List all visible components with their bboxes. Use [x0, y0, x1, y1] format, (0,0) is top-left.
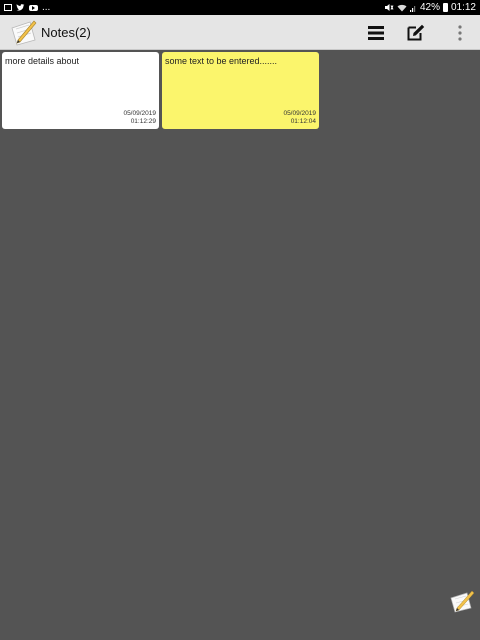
more-options-button[interactable] [445, 15, 475, 50]
status-bar: ... 42% 01:12 [0, 0, 480, 15]
note-text: more details about [5, 56, 80, 66]
new-note-button[interactable] [401, 15, 431, 50]
battery-icon [442, 3, 448, 12]
notepad-pencil-icon[interactable] [10, 18, 38, 46]
twitter-icon [16, 3, 25, 11]
note-text: some text to be entered....... [165, 56, 278, 66]
status-bar-system: 42% 01:12 [384, 0, 476, 15]
signal-icon [409, 5, 416, 12]
list-view-icon [368, 25, 384, 40]
bottom-area [0, 617, 480, 640]
list-view-button[interactable] [361, 15, 391, 50]
page-title: Notes(2) [41, 25, 91, 40]
note-date: 05/09/2019 [283, 110, 316, 117]
note-date: 05/09/2019 [123, 110, 156, 117]
note-card[interactable]: some text to be entered....... 05/09/201… [162, 52, 319, 129]
note-time: 01:12:04 [290, 118, 316, 125]
status-bar-notifications: ... [4, 0, 50, 15]
battery-percent: 42% [419, 2, 440, 13]
app-bar: Notes(2) [0, 15, 480, 50]
status-bar-more: ... [42, 2, 51, 13]
clock: 01:12 [450, 2, 476, 13]
wifi-icon [397, 4, 407, 11]
new-note-icon[interactable] [450, 589, 476, 613]
gallery-notification-icon [4, 4, 12, 11]
edit-note-icon [407, 24, 425, 41]
youtube-icon [29, 4, 38, 11]
more-vert-icon [458, 24, 462, 41]
mute-icon [384, 4, 394, 11]
note-card[interactable]: more details about 05/09/2019 01:12:29 [2, 52, 159, 129]
note-time: 01:12:29 [130, 118, 156, 125]
